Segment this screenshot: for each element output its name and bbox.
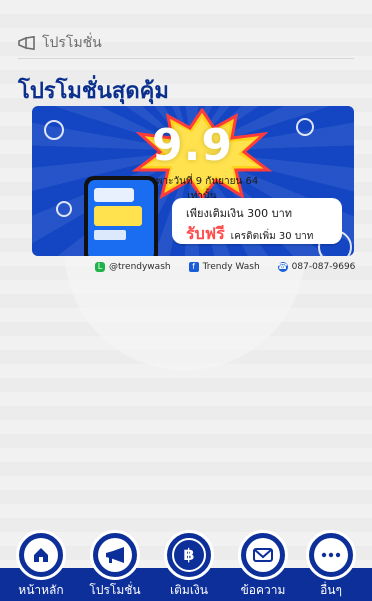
bottom-navigation: หน้าหลัก โปรโมชั่น ฿ เติมเงิน ข้อความ อื… [0,530,372,601]
facebook-icon: f [188,262,199,272]
nav-promotion[interactable]: โปรโมชั่น [78,530,152,601]
phone-icon: ☎ [277,262,288,272]
phone-illustration [84,176,158,256]
section-title: โปรโมชั่นสุดคุ้ม [18,79,169,104]
page-title: โปรโมชั่น [42,35,102,51]
nav-home-label: หน้าหลัก [18,583,64,597]
megaphone-icon [98,538,132,572]
contact-line[interactable]: L @trendywash [95,262,171,272]
sale-big-text: 9.9 [152,120,233,171]
nav-messages-label: ข้อความ [240,583,286,597]
nav-promotion-circle [90,530,140,580]
nav-topup-circle: ฿ [164,530,214,580]
contact-phone[interactable]: ☎ 087-087-9696 [277,262,356,272]
bubble-decoration [296,118,314,136]
nav-topup[interactable]: ฿ เติมเงิน [152,530,226,601]
nav-home[interactable]: หน้าหลัก [4,530,78,601]
phone-screen [88,180,154,256]
contact-line-label: @trendywash [109,262,171,272]
bubble-decoration [44,120,64,140]
mail-icon [246,538,280,572]
promo-line2: รับฟรี เครดิตเพิ่ม 30 บาท [186,222,313,247]
bubble-decoration [56,201,72,217]
nav-more-circle [306,530,356,580]
phone-ui-block [94,188,134,202]
contact-facebook-label: Trendy Wash [202,262,260,272]
promo-highlight: รับฟรี [186,224,225,243]
phone-ui-block [94,206,142,226]
nav-topup-label: เติมเงิน [170,583,208,597]
promo-line1: เพียงเติมเงิน 300 บาท [186,207,293,220]
back-megaphone-icon[interactable] [18,34,36,52]
promo-rest: เครดิตเพิ่ม 30 บาท [230,231,314,242]
promo-offer-card: เพียงเติมเงิน 300 บาท รับฟรี เครดิตเพิ่ม… [172,198,342,244]
promo-banner[interactable]: 9.9 เฉพาะวันที่ 9 กันยายน 64 เท่านั้น เพ… [32,106,354,256]
nav-more[interactable]: อื่นๆ [294,530,368,601]
nav-messages-circle [238,530,288,580]
line-icon: L [95,262,105,272]
phone-ui-block [94,230,126,240]
contact-row: L @trendywash f Trendy Wash ☎ 087-087-96… [95,260,355,274]
contact-facebook[interactable]: f Trendy Wash [188,262,260,272]
nav-promotion-label: โปรโมชั่น [89,583,141,597]
nav-home-circle [16,530,66,580]
nav-messages[interactable]: ข้อความ [226,530,300,601]
more-icon [314,538,348,572]
nav-more-label: อื่นๆ [320,583,342,597]
baht-coin-icon: ฿ [172,538,206,572]
top-header: โปรโมชั่น [18,28,354,59]
home-icon [24,538,58,572]
contact-phone-label: 087-087-9696 [291,262,356,272]
